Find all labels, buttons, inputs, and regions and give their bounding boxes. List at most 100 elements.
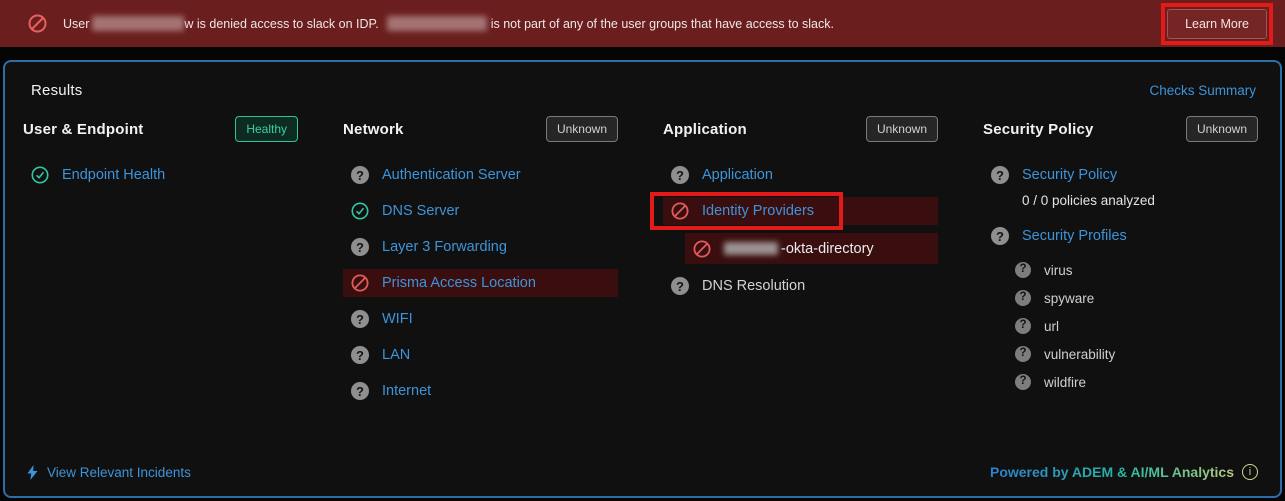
- check-item-lan[interactable]: ? LAN: [343, 341, 618, 369]
- column-user-endpoint-header: User & Endpoint Healthy: [23, 105, 298, 153]
- check-circle-icon: [31, 166, 49, 184]
- column-title: Network: [343, 121, 404, 138]
- check-item-security-profiles[interactable]: ? Security Profiles: [983, 222, 1258, 250]
- panel-header: Results Checks Summary: [19, 62, 1266, 103]
- column-items: ? Authentication Server DNS Server ? Lay…: [343, 161, 663, 405]
- banner-panel-gap: [0, 47, 1285, 60]
- check-item-label[interactable]: Security Profiles: [1022, 228, 1127, 244]
- profile-item-spyware: ? spyware: [1007, 286, 1237, 310]
- powered-by-label: Powered by ADEM & AI/ML Analytics: [990, 464, 1234, 480]
- profile-item-vulnerability: ? vulnerability: [1007, 342, 1237, 366]
- info-icon[interactable]: i: [1242, 464, 1258, 480]
- check-item-label[interactable]: Prisma Access Location: [382, 275, 536, 291]
- profile-item-virus: ? virus: [1007, 258, 1237, 282]
- check-item-label[interactable]: Authentication Server: [382, 167, 521, 183]
- banner-message: User w is denied access to slack on IDP.…: [63, 16, 834, 31]
- check-item-wifi[interactable]: ? WIFI: [343, 305, 618, 333]
- question-circle-icon: ?: [351, 238, 369, 256]
- check-item-label[interactable]: Application: [702, 167, 773, 183]
- question-circle-icon: ?: [1015, 262, 1031, 278]
- question-circle-icon: ?: [1015, 374, 1031, 390]
- question-circle-icon: ?: [1015, 290, 1031, 306]
- profile-item-label: spyware: [1044, 291, 1094, 306]
- redacted-username-2: [387, 16, 487, 31]
- profile-item-label: url: [1044, 319, 1059, 334]
- check-item-endpoint-health[interactable]: Endpoint Health: [23, 161, 298, 189]
- check-item-label[interactable]: Security Policy: [1022, 167, 1117, 183]
- blocked-circle-icon: [693, 240, 711, 258]
- column-application-header: Application Unknown: [663, 105, 938, 153]
- blocked-circle-icon: [671, 202, 689, 220]
- status-badge-unknown: Unknown: [866, 116, 938, 142]
- check-item-authentication-server[interactable]: ? Authentication Server: [343, 161, 618, 189]
- check-item-layer3-forwarding[interactable]: ? Layer 3 Forwarding: [343, 233, 618, 261]
- question-circle-icon: ?: [351, 166, 369, 184]
- results-columns: User & Endpoint Healthy Endpoint Health …: [19, 103, 1266, 464]
- check-item-identity-providers[interactable]: Identity Providers: [663, 197, 938, 225]
- status-badge-healthy: Healthy: [235, 116, 298, 142]
- status-badge-unknown: Unknown: [546, 116, 618, 142]
- column-title: Security Policy: [983, 121, 1094, 138]
- column-network-header: Network Unknown: [343, 105, 618, 153]
- powered-by: Powered by ADEM & AI/ML Analytics i: [990, 464, 1258, 480]
- profile-item-label: vulnerability: [1044, 347, 1115, 362]
- column-security-policy-header: Security Policy Unknown: [983, 105, 1258, 153]
- banner-text-part2: w is denied access to slack on IDP.: [184, 17, 378, 31]
- question-circle-icon: ?: [991, 166, 1009, 184]
- check-item-dns-server[interactable]: DNS Server: [343, 197, 618, 225]
- check-item-label[interactable]: DNS Server: [382, 203, 459, 219]
- check-item-application[interactable]: ? Application: [663, 161, 938, 189]
- question-circle-icon: ?: [1015, 318, 1031, 334]
- checks-summary-link[interactable]: Checks Summary: [1149, 83, 1256, 98]
- lightning-bolt-icon: [27, 465, 38, 480]
- learn-more-button[interactable]: Learn More: [1167, 9, 1267, 39]
- profile-item-url: ? url: [1007, 314, 1237, 338]
- check-item-dns-resolution[interactable]: ? DNS Resolution: [663, 272, 938, 300]
- column-network: Network Unknown ? Authentication Server …: [343, 105, 663, 413]
- column-title: Application: [663, 121, 747, 138]
- check-circle-icon: [351, 202, 369, 220]
- column-title: User & Endpoint: [23, 121, 144, 138]
- profile-item-label: wildfire: [1044, 375, 1086, 390]
- learn-more-annotation-box: Learn More: [1161, 3, 1273, 45]
- results-panel: Results Checks Summary User & Endpoint H…: [3, 60, 1282, 498]
- check-item-security-policy[interactable]: ? Security Policy: [983, 161, 1258, 189]
- view-relevant-incidents-link[interactable]: View Relevant Incidents: [27, 465, 191, 480]
- panel-footer: View Relevant Incidents Powered by ADEM …: [19, 464, 1266, 496]
- check-item-okta-directory[interactable]: -okta-directory: [685, 233, 938, 264]
- page-title: Results: [31, 82, 82, 99]
- redacted-directory-prefix: [724, 242, 778, 255]
- check-item-label[interactable]: Layer 3 Forwarding: [382, 239, 507, 255]
- question-circle-icon: ?: [671, 166, 689, 184]
- blocked-icon: [28, 14, 47, 33]
- question-circle-icon: ?: [351, 346, 369, 364]
- check-item-label[interactable]: LAN: [382, 347, 410, 363]
- redacted-username: [92, 16, 184, 31]
- banner-text-part3: is not part of any of the user groups th…: [491, 17, 834, 31]
- question-circle-icon: ?: [351, 310, 369, 328]
- column-user-endpoint: User & Endpoint Healthy Endpoint Health: [23, 105, 343, 197]
- blocked-circle-icon: [351, 274, 369, 292]
- profile-item-wildfire: ? wildfire: [1007, 370, 1237, 394]
- check-item-label[interactable]: Internet: [382, 383, 431, 399]
- policies-analyzed-note: 0 / 0 policies analyzed: [1022, 193, 1266, 208]
- banner-text-part1: User: [63, 17, 89, 31]
- column-items: ? Application Identity Providers: [663, 161, 983, 300]
- incidents-link-label[interactable]: View Relevant Incidents: [47, 465, 191, 480]
- question-circle-icon: ?: [351, 382, 369, 400]
- question-circle-icon: ?: [671, 277, 689, 295]
- check-item-label[interactable]: Endpoint Health: [62, 167, 165, 183]
- question-circle-icon: ?: [1015, 346, 1031, 362]
- column-security-policy: Security Policy Unknown ? Security Polic…: [983, 105, 1266, 398]
- check-item-label[interactable]: DNS Resolution: [702, 278, 805, 294]
- error-banner: User w is denied access to slack on IDP.…: [0, 0, 1285, 47]
- column-application: Application Unknown ? Application Identi…: [663, 105, 983, 308]
- check-item-internet[interactable]: ? Internet: [343, 377, 618, 405]
- check-item-prisma-access-location[interactable]: Prisma Access Location: [343, 269, 618, 297]
- profile-item-label: virus: [1044, 263, 1073, 278]
- column-items: Endpoint Health: [23, 161, 343, 189]
- check-item-label[interactable]: WIFI: [382, 311, 413, 327]
- check-item-label[interactable]: -okta-directory: [781, 241, 874, 257]
- column-items: ? Security Policy 0 / 0 policies analyze…: [983, 161, 1266, 394]
- check-item-label[interactable]: Identity Providers: [702, 203, 814, 219]
